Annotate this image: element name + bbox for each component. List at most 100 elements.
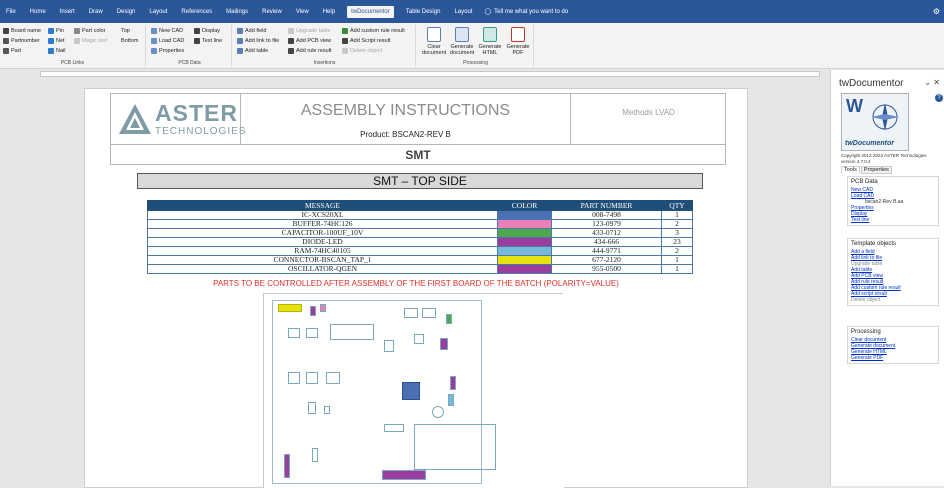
- new-cad-label: New CAD: [159, 28, 184, 34]
- add-custom-rule-result-label: Add custom rule result: [350, 28, 405, 34]
- tab-insert[interactable]: Insert: [58, 7, 77, 17]
- version-text: version 4.7.0.2: [841, 159, 871, 164]
- column-header-part-number: PART NUMBER: [551, 200, 662, 211]
- tab-review[interactable]: Review: [260, 7, 284, 17]
- load-cad-button[interactable]: Load CAD: [151, 38, 184, 44]
- partnumber-label: Partnumber: [11, 38, 40, 44]
- cell-color: [497, 255, 552, 265]
- pane-controls: ⌄ ✕: [924, 78, 940, 87]
- close-icon[interactable]: ✕: [933, 78, 940, 87]
- properties-icon: [151, 48, 157, 54]
- generate-html-button[interactable]: Generate HTML: [478, 27, 502, 56]
- twdocumentor-logo: W twDocumentor: [841, 93, 909, 151]
- magic-text-button[interactable]: Magic text: [74, 38, 107, 44]
- generate-html-label: Generate HTML: [478, 44, 502, 56]
- pcb-component: [306, 372, 318, 384]
- group-label-pcb-data: PCB Data: [178, 60, 201, 66]
- top-button[interactable]: Top: [121, 28, 130, 34]
- help-icon[interactable]: ?: [935, 94, 943, 102]
- tab-properties[interactable]: Properties: [860, 166, 892, 174]
- pcb-buffer: [320, 304, 326, 312]
- generate-pdf-link[interactable]: Generate PDF: [851, 355, 935, 361]
- generate-pdf-button[interactable]: Generate PDF: [506, 27, 530, 56]
- html-icon: [483, 27, 497, 42]
- test-line-link[interactable]: Test line: [851, 217, 935, 223]
- generate-pdf-label: Generate PDF: [506, 44, 530, 56]
- pcb-view-frame[interactable]: [263, 293, 564, 488]
- chevron-down-icon[interactable]: ⌄: [924, 78, 931, 87]
- pane-title: twDocumentor: [839, 78, 904, 89]
- pcb-component: [324, 406, 330, 414]
- tab-table-design[interactable]: Table Design: [404, 7, 443, 17]
- delete-object-button[interactable]: Delete object: [342, 48, 382, 54]
- part-icon: [3, 48, 9, 54]
- pin-button[interactable]: Pin: [48, 28, 64, 34]
- script-icon: [342, 38, 348, 44]
- generate-document-button[interactable]: Generate document: [450, 27, 474, 56]
- partnumber-button[interactable]: Partnumber: [3, 38, 40, 44]
- pcb-view-icon: [288, 38, 294, 44]
- add-link-to-file-button[interactable]: Add link to file: [237, 38, 279, 44]
- pcb-ram: [330, 324, 374, 340]
- pcb-daughter-board: [414, 424, 496, 470]
- partnumber-icon: [3, 38, 9, 44]
- delete-object-link[interactable]: Delete object: [851, 297, 935, 303]
- upgrade-table-button[interactable]: Upgrade table: [288, 28, 331, 34]
- tab-design[interactable]: Design: [115, 7, 138, 17]
- test-line-button[interactable]: Test line: [194, 38, 222, 44]
- new-cad-button[interactable]: New CAD: [151, 28, 183, 34]
- tab-layout[interactable]: Layout: [147, 7, 169, 17]
- pcb-component: [384, 424, 404, 432]
- template-objects-title: Template objects: [851, 241, 897, 247]
- net-button[interactable]: Net: [48, 38, 65, 44]
- group-insertions: Add field Upgrade table Add custom rule …: [234, 25, 416, 67]
- add-pcb-view-button[interactable]: Add PCB view: [288, 38, 331, 44]
- logo-name: ASTER: [155, 100, 238, 126]
- add-script-result-button[interactable]: Add Script result: [342, 38, 390, 44]
- properties-button[interactable]: Properties: [151, 48, 184, 54]
- document-area: ASTER TECHNOLOGIES ASSEMBLY INSTRUCTIONS…: [0, 78, 826, 488]
- net-icon: [48, 38, 54, 44]
- share-icon[interactable]: ⚙: [933, 7, 940, 16]
- parts-table[interactable]: MESSAGE COLOR PART NUMBER QTY IC-XCS20XL…: [147, 200, 693, 274]
- horizontal-ruler[interactable]: [0, 70, 826, 78]
- column-header-color: COLOR: [497, 200, 552, 211]
- tab-table-layout[interactable]: Layout: [452, 7, 474, 17]
- add-table-label: Add table: [245, 48, 269, 54]
- tab-file[interactable]: File: [4, 7, 18, 17]
- add-table-button[interactable]: Add table: [237, 48, 268, 54]
- section-title: SMT: [110, 145, 726, 165]
- pcb-hole: [432, 406, 444, 418]
- document-page[interactable]: ASTER TECHNOLOGIES ASSEMBLY INSTRUCTIONS…: [84, 88, 748, 488]
- add-rule-result-button[interactable]: Add rule result: [288, 48, 331, 54]
- bottom-button[interactable]: Bottom: [121, 38, 138, 44]
- tab-mailings[interactable]: Mailings: [224, 7, 250, 17]
- tab-tools[interactable]: Tools: [841, 166, 860, 174]
- board-name-label: Board name: [11, 28, 41, 34]
- display-button[interactable]: Display: [194, 28, 220, 34]
- tab-view[interactable]: View: [294, 7, 311, 17]
- tab-help[interactable]: Help: [321, 7, 337, 17]
- add-field-button[interactable]: Add field: [237, 28, 266, 34]
- upgrade-table-label: Upgrade table: [296, 28, 331, 34]
- board-name-button[interactable]: Board name: [3, 28, 41, 34]
- pcb-component: [422, 308, 436, 318]
- cell-color: [497, 237, 552, 247]
- part-label: Part: [11, 48, 22, 54]
- pcb-connector: [278, 304, 302, 312]
- tab-draw[interactable]: Draw: [87, 7, 105, 17]
- tab-home[interactable]: Home: [28, 7, 48, 17]
- nail-button[interactable]: Nail: [48, 48, 65, 54]
- tab-twdocumentor[interactable]: twDocumentor: [347, 5, 394, 18]
- test-line-icon: [194, 38, 200, 44]
- tab-references[interactable]: References: [179, 7, 214, 17]
- pcb-component: [288, 372, 300, 384]
- tell-me-box[interactable]: ◯ Tell me what you want to do: [484, 8, 568, 16]
- clear-document-button[interactable]: Clear document: [422, 27, 446, 56]
- pane-pcb-data: PCB Data New CAD Load CAD bscan2-Rev B.a…: [847, 176, 939, 226]
- add-link-to-file-label: Add link to file: [245, 38, 280, 44]
- part-color-button[interactable]: Part color: [74, 28, 106, 34]
- add-custom-rule-result-button[interactable]: Add custom rule result: [342, 28, 405, 34]
- load-cad-icon: [151, 38, 157, 44]
- part-button[interactable]: Part: [3, 48, 21, 54]
